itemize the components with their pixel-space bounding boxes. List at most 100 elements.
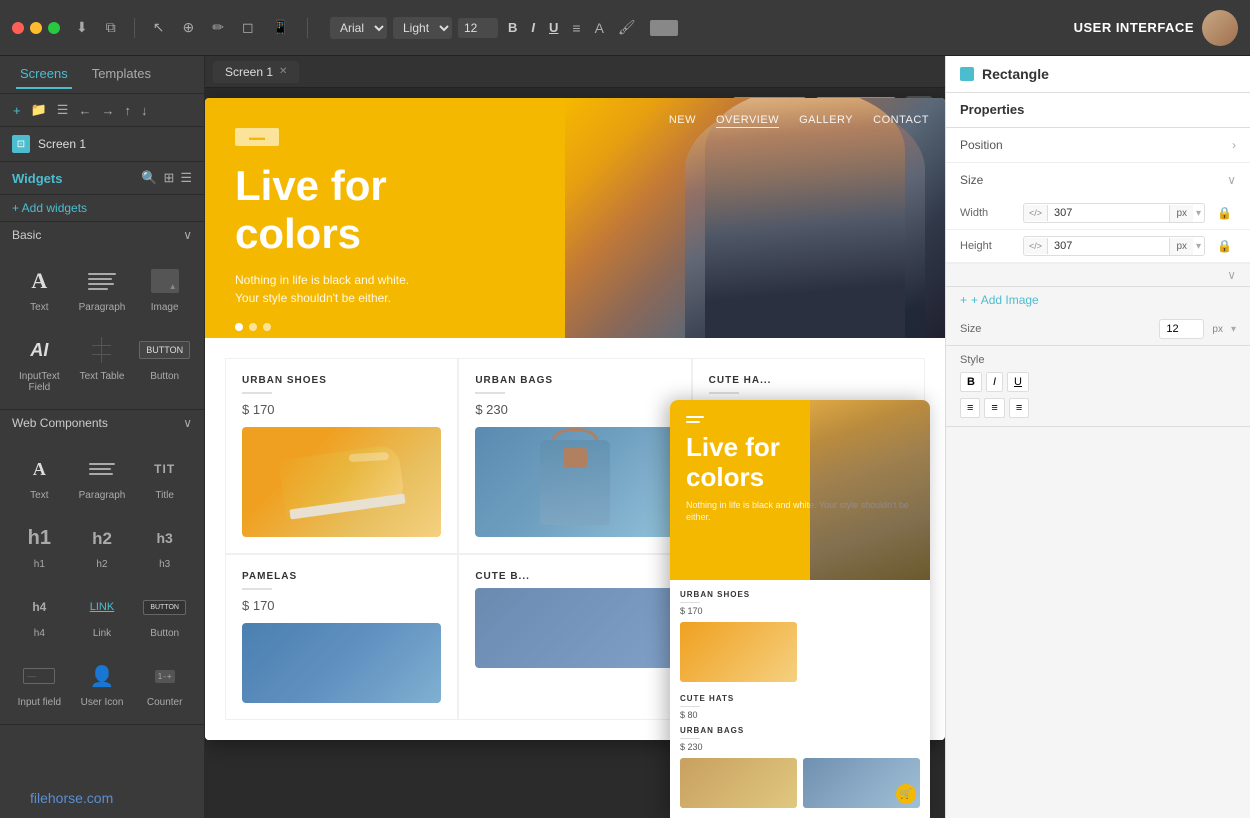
grid-view-icon[interactable]: ⊞ [163,170,174,186]
add-image-btn[interactable]: + + Add Image [946,287,1250,313]
wc-h3[interactable]: h3 h3 [135,513,194,578]
paint-icon[interactable]: 🖌 [614,17,640,38]
tab-screens[interactable]: Screens [16,60,72,89]
nav-overview[interactable]: OVERVIEW [716,114,779,128]
canvas-tab-label: Screen 1 [225,65,273,79]
italic-format-btn[interactable]: I [986,372,1003,392]
category-basic-header[interactable]: Basic ∨ [0,222,204,248]
copy-icon[interactable]: ⧉ [102,17,120,38]
nav-forward-btn[interactable]: → [98,101,117,120]
folder-btn[interactable]: 📁 [28,100,50,120]
list-view-btn[interactable]: ☰ [54,100,72,120]
height-lock-icon[interactable]: 🔒 [1213,239,1236,253]
widget-button-basic[interactable]: BUTTON Button [135,325,194,401]
user-avatar[interactable] [1202,10,1238,46]
height-value[interactable]: 307 [1048,237,1169,255]
underline-format-btn[interactable]: U [1007,372,1029,392]
width-code-icon: </> [1024,205,1048,221]
wc-widget-grid: A Text Paragraph [0,436,204,724]
wc-counter[interactable]: 1-+ Counter [135,651,194,716]
wc-link[interactable]: LINK Link [73,582,132,647]
font-weight-select[interactable]: Light [393,17,452,39]
width-value[interactable]: 307 [1048,204,1169,222]
nav-gallery[interactable]: GALLERY [799,114,853,128]
font-family-select[interactable]: Arial [330,17,387,39]
bold-format-btn[interactable]: B [960,372,982,392]
h4-icon: h4 [20,590,58,624]
font-size-input[interactable] [458,18,498,38]
color-preview[interactable] [650,20,678,36]
nav-contact[interactable]: CONTACT [873,114,929,128]
usericon-label: User Icon [81,697,124,708]
width-dropdown-icon[interactable]: ▾ [1193,206,1204,221]
dot-2[interactable] [249,323,257,331]
mp-hats-cat: CUTE HATS [680,694,920,703]
widget-paragraph[interactable]: Paragraph [73,256,132,321]
align-right-btn[interactable]: ≡ [1009,398,1029,418]
maximize-button[interactable] [48,22,60,34]
zoom-icon[interactable]: ⊕ [178,17,198,38]
mobile-icon[interactable]: 📱 [268,17,293,38]
shape-icon[interactable]: ◻ [238,17,258,38]
position-section-header[interactable]: Position › [946,128,1250,162]
pen-icon[interactable]: ✏ [208,17,228,38]
wc-h1[interactable]: h1 h1 [10,513,69,578]
wc-title[interactable]: TIT Title [135,444,194,509]
search-icon[interactable]: 🔍 [141,170,157,186]
bold-btn[interactable]: B [504,18,521,37]
minimize-button[interactable] [30,22,42,34]
cursor-icon[interactable]: ↖ [149,17,169,38]
size-section-header[interactable]: Size ∨ [946,163,1250,197]
mp-cart-badge[interactable]: 🛒 [896,784,916,804]
category-wc-header[interactable]: Web Components ∨ [0,410,204,436]
canvas-tab-screen1[interactable]: Screen 1 ✕ [213,61,299,83]
tab-templates[interactable]: Templates [88,60,155,89]
hero-logo: ▬▬ [235,128,279,146]
mp-hero-image [810,400,930,580]
dot-1[interactable] [235,323,243,331]
add-widgets-btn[interactable]: + Add widgets [0,195,204,222]
wc-button[interactable]: BUTTON Button [135,582,194,647]
width-lock-icon[interactable]: 🔒 [1213,206,1236,220]
underline-btn[interactable]: U [545,18,562,37]
size-section: Size ∨ Width </> 307 px ▾ 🔒 Height </> 3… [946,163,1250,264]
align-center-btn[interactable]: ≡ [984,398,1004,418]
wc-h2[interactable]: h2 h2 [73,513,132,578]
rp-collapse-icon[interactable]: ∨ [1227,268,1236,282]
close-button[interactable] [12,22,24,34]
align-icon[interactable]: ≡ [568,18,584,38]
product-cute-bags: CUTE B... [458,554,691,720]
rp-font-size-input[interactable] [1159,319,1204,339]
wc-h4[interactable]: h4 h4 [10,582,69,647]
widget-inputtext[interactable]: AI InputText Field [10,325,69,401]
wc-paragraph[interactable]: Paragraph [73,444,132,509]
widget-image[interactable]: ▲ Image [135,256,194,321]
widget-texttable[interactable]: Text Table [73,325,132,401]
dot-3[interactable] [263,323,271,331]
format-buttons-row: B I U [960,372,1236,392]
paragraph-widget-label: Paragraph [79,302,126,313]
screen-1-item[interactable]: ⊡ Screen 1 [0,127,204,161]
avatar-image [1202,10,1238,46]
align-left-btn[interactable]: ≡ [960,398,980,418]
widget-text[interactable]: A Text [10,256,69,321]
download-icon[interactable]: ⬇ [72,17,92,38]
canvas-tab-close-icon[interactable]: ✕ [279,66,287,77]
list-view-icon[interactable]: ☰ [180,170,192,186]
wc-button-label: Button [150,628,179,639]
height-code-icon: </> [1024,238,1048,254]
wc-inputfield[interactable]: — Input field [10,651,69,716]
font-size-dropdown-icon[interactable]: ▾ [1231,324,1236,335]
nav-new[interactable]: NEW [669,114,696,128]
wc-usericon[interactable]: 👤 User Icon [73,651,132,716]
add-screen-btn[interactable]: + [10,101,24,120]
wc-text[interactable]: A Text [10,444,69,509]
nav-down-btn[interactable]: ↓ [138,101,151,120]
height-dropdown-icon[interactable]: ▾ [1193,239,1204,254]
nav-up-btn[interactable]: ↑ [121,101,134,120]
rp-color-swatch[interactable] [960,67,974,81]
text-color-icon[interactable]: A [591,18,608,38]
separator-1 [134,18,135,38]
nav-back-btn[interactable]: ← [75,101,94,120]
italic-btn[interactable]: I [527,18,539,37]
